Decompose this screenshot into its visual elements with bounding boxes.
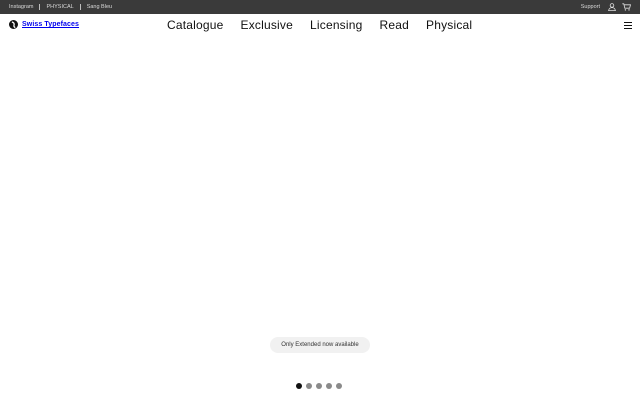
slide-pagination (296, 383, 342, 389)
hamburger-menu-icon[interactable] (624, 22, 632, 29)
nav-licensing[interactable]: Licensing (310, 17, 363, 33)
slide-dot-2[interactable] (306, 383, 312, 389)
divider (39, 4, 41, 10)
menu-line (624, 24, 632, 27)
main-nav: Catalogue Exclusive Licensing Read Physi… (167, 17, 472, 33)
nav-read[interactable]: Read (380, 17, 410, 33)
announcement-badge[interactable]: Only Extended now available (270, 337, 370, 353)
slide-dot-1[interactable] (296, 383, 302, 389)
social-links: Instagram PHYSICAL Sang Bleu (9, 0, 112, 14)
sang-bleu-link[interactable]: Sang Bleu (87, 0, 112, 14)
swiss-typefaces-logo-icon (9, 20, 18, 29)
nav-catalogue[interactable]: Catalogue (167, 17, 224, 33)
slide-dot-3[interactable] (316, 383, 322, 389)
menu-line (624, 22, 632, 24)
top-bar-actions: Support (581, 0, 631, 14)
brand-home-link[interactable]: Swiss Typefaces (9, 20, 79, 29)
physical-link[interactable]: PHYSICAL (46, 0, 73, 14)
nav-exclusive[interactable]: Exclusive (241, 17, 293, 33)
divider (79, 4, 81, 10)
cart-icon[interactable] (622, 3, 631, 11)
user-icon[interactable] (608, 3, 616, 11)
menu-line (624, 27, 632, 29)
nav-physical[interactable]: Physical (426, 17, 472, 33)
slide-dot-5[interactable] (336, 383, 342, 389)
main-header: Swiss Typefaces Catalogue Exclusive Lice… (0, 14, 640, 36)
support-link[interactable]: Support (581, 0, 600, 14)
top-bar: Instagram PHYSICAL Sang Bleu Support (0, 0, 640, 14)
brand-name: Swiss Typefaces (22, 21, 80, 28)
instagram-link[interactable]: Instagram (9, 0, 33, 14)
slide-dot-4[interactable] (326, 383, 332, 389)
